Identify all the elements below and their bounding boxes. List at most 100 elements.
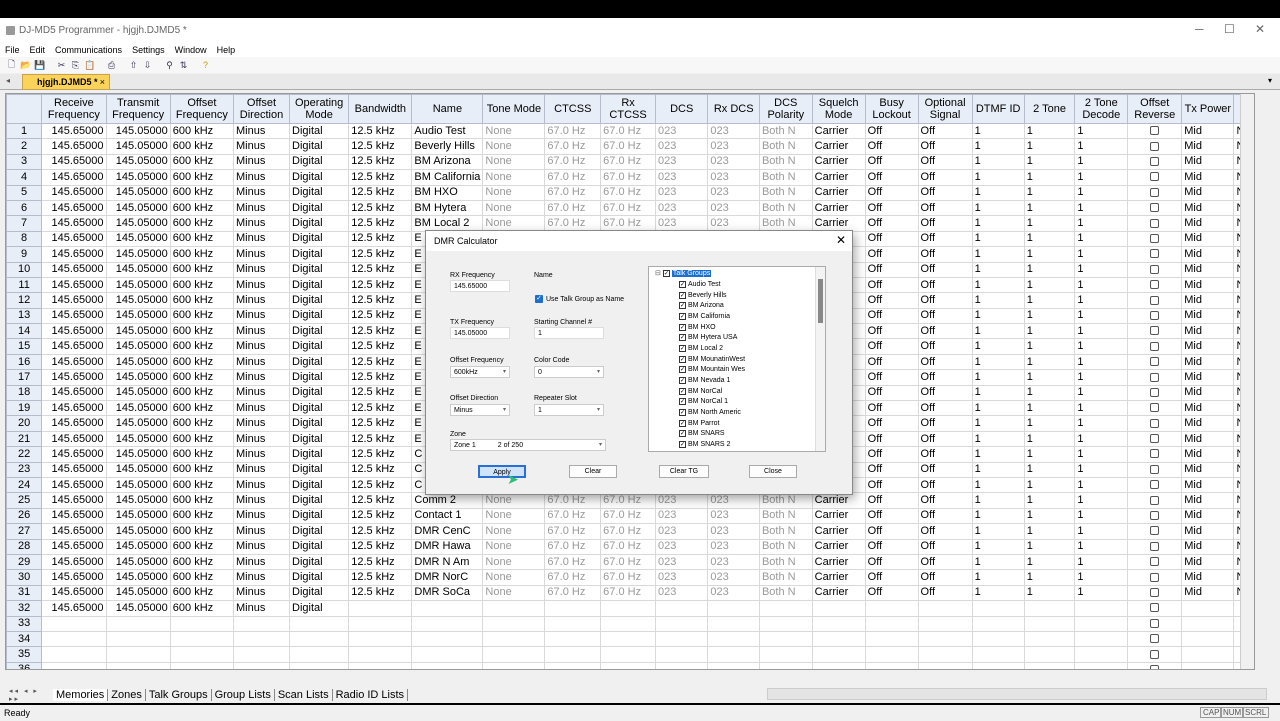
cell-opt[interactable]: Off	[917, 215, 973, 232]
cell-name[interactable]: DMR Hawa	[411, 538, 484, 555]
column-header[interactable]: DTMF ID	[971, 94, 1025, 124]
cell-rx[interactable]: 145.65000	[41, 461, 107, 478]
cell-ctcss[interactable]: 67.0 Hz	[544, 569, 602, 586]
cell-off[interactable]: 600 kHz	[169, 430, 234, 448]
cell-sq[interactable]: Carrier	[811, 138, 866, 155]
checkbox-icon[interactable]	[1150, 310, 1160, 320]
checkbox-icon[interactable]: ✓	[679, 334, 686, 342]
checkbox-icon[interactable]	[1150, 526, 1160, 536]
talk-group-item[interactable]: ✓ BM Local 2	[679, 343, 745, 354]
cell-ctcss[interactable]: 67.0 Hz	[544, 492, 602, 509]
cell-t2d[interactable]: 1	[1074, 323, 1129, 340]
cell-t2[interactable]: 1	[1023, 415, 1076, 432]
cell-sq[interactable]: Carrier	[811, 569, 866, 586]
cell-dcs[interactable]: 023	[654, 215, 709, 232]
row-header[interactable]: 24	[6, 476, 43, 494]
cell-dir[interactable]: Minus	[232, 507, 291, 525]
cell-rx[interactable]: 145.65000	[41, 184, 107, 201]
cell-busy[interactable]: Off	[864, 369, 919, 386]
cell-t2d[interactable]: 1	[1074, 230, 1129, 248]
offset-reverse-cell[interactable]	[1127, 122, 1183, 140]
offset-direction-select[interactable]: Minus ▾	[450, 404, 510, 416]
cell-rxctcss[interactable]: 67.0 Hz	[600, 538, 656, 555]
row-header[interactable]: 4	[6, 169, 43, 186]
corner-cell[interactable]	[6, 94, 43, 124]
menu-settings[interactable]: Settings	[127, 45, 170, 55]
cell-t2[interactable]: 1	[1023, 369, 1076, 386]
row-header[interactable]: 29	[6, 553, 43, 571]
cell-dtmf[interactable]: 1	[971, 276, 1025, 294]
cell-dtmf[interactable]: 1	[971, 122, 1025, 140]
cell-pwr[interactable]: Mid	[1181, 276, 1235, 294]
cell-rxctcss[interactable]: 67.0 Hz	[600, 584, 656, 602]
cell-dcs[interactable]: 023	[654, 153, 709, 171]
offset-reverse-cell[interactable]	[1127, 584, 1183, 602]
cell-t2[interactable]: 1	[1023, 476, 1076, 494]
cell-off[interactable]: 600 kHz	[169, 169, 234, 186]
checkbox-icon[interactable]: ✓	[679, 409, 686, 417]
cell-off[interactable]: 600 kHz	[169, 323, 234, 340]
checkbox-icon[interactable]	[1150, 541, 1160, 551]
column-header[interactable]: Bandwidth	[348, 94, 413, 124]
cell-busy[interactable]: Off	[864, 215, 919, 232]
close-tab-icon[interactable]: ×	[100, 77, 105, 87]
cell-rxctcss[interactable]: 67.0 Hz	[600, 122, 656, 140]
column-header[interactable]: Tx Power	[1181, 94, 1235, 124]
cell-off[interactable]: 600 kHz	[169, 292, 234, 309]
column-header[interactable]: Rx CTCSS	[600, 94, 656, 124]
cell-opt[interactable]: Off	[917, 353, 973, 371]
cell-opt[interactable]: Off	[917, 307, 973, 325]
cell-mode[interactable]	[289, 661, 350, 669]
cell-t2[interactable]: 1	[1023, 338, 1076, 355]
cell-dir[interactable]: Minus	[232, 600, 291, 617]
cell-t2[interactable]: 1	[1023, 122, 1076, 140]
cell-sq[interactable]: Carrier	[811, 184, 866, 201]
cell-t2d[interactable]	[1074, 661, 1129, 669]
offset-reverse-cell[interactable]	[1127, 230, 1183, 248]
cell-pwr[interactable]: Mid	[1181, 369, 1235, 386]
cell-rx[interactable]: 145.65000	[41, 523, 107, 540]
cell-bw[interactable]: 12.5 kHz	[348, 230, 413, 248]
cell-dir[interactable]: Minus	[232, 261, 291, 278]
cell-dir[interactable]: Minus	[232, 199, 291, 217]
cell-dtmf[interactable]: 1	[971, 184, 1025, 201]
cell-dtmf[interactable]: 1	[971, 230, 1025, 248]
open-icon[interactable]: 📂	[20, 60, 31, 71]
cell-rx[interactable]	[41, 630, 107, 648]
cell-off[interactable]: 600 kHz	[169, 138, 234, 155]
column-header[interactable]: DCS Polarity	[758, 94, 813, 124]
cell-rx[interactable]: 145.65000	[41, 492, 107, 509]
cell-off[interactable]: 600 kHz	[169, 476, 234, 494]
cell-t2d[interactable]: 1	[1074, 476, 1129, 494]
cell-name[interactable]: DMR CenC	[411, 523, 484, 540]
cell-tone[interactable]	[482, 600, 546, 617]
checkbox-icon[interactable]	[1150, 295, 1160, 305]
talk-group-item[interactable]: ✓ BM SNARS 2	[679, 439, 745, 450]
cell-dcs[interactable]: 023	[654, 169, 709, 186]
cell-pol[interactable]: Both N	[758, 184, 813, 201]
cell-dcs[interactable]	[654, 646, 709, 663]
cell-bw[interactable]: 12.5 kHz	[348, 553, 413, 571]
cell-rx[interactable]: 145.65000	[41, 230, 107, 248]
column-header[interactable]: 2 Tone Decode	[1074, 94, 1129, 124]
cell-bw[interactable]: 12.5 kHz	[348, 338, 413, 355]
cell-name[interactable]: Beverly Hills	[411, 138, 484, 155]
cell-dir[interactable]: Minus	[232, 430, 291, 448]
cell-opt[interactable]: Off	[917, 461, 973, 478]
cell-rxctcss[interactable]: 67.0 Hz	[600, 507, 656, 525]
cell-mode[interactable]: Digital	[289, 338, 350, 355]
cell-dir[interactable]: Minus	[232, 538, 291, 555]
cell-t2d[interactable]	[1074, 646, 1129, 663]
cell-off[interactable]: 600 kHz	[169, 122, 234, 140]
cell-busy[interactable]	[864, 661, 919, 669]
cell-off[interactable]	[169, 615, 234, 632]
row-header[interactable]: 3	[6, 153, 43, 171]
cell-tone[interactable]: None	[482, 138, 546, 155]
cell-dir[interactable]: Minus	[232, 338, 291, 355]
cell-mode[interactable]: Digital	[289, 584, 350, 602]
cell-opt[interactable]: Off	[917, 122, 973, 140]
checkbox-icon[interactable]: ✓	[679, 312, 686, 320]
checkbox-icon[interactable]	[1150, 157, 1160, 167]
cell-off[interactable]: 600 kHz	[169, 153, 234, 171]
offset-reverse-cell[interactable]	[1127, 523, 1183, 540]
